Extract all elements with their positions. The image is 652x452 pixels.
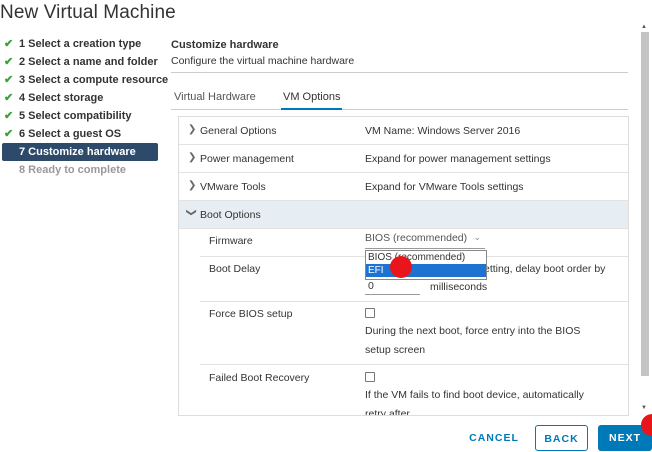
step-1[interactable]: ✔ 1 Select a creation type	[2, 35, 158, 53]
chevron-right-icon[interactable]: ❯	[188, 124, 196, 135]
click-marker	[390, 256, 412, 278]
row-label: Boot Options	[200, 209, 261, 221]
scroll-up-icon[interactable]: ▲	[641, 24, 647, 30]
row-boot-options[interactable]: ❯ Boot Options	[179, 201, 628, 229]
section-subtitle: Configure the virtual machine hardware	[171, 55, 355, 67]
back-button[interactable]: BACK	[535, 425, 588, 451]
force-bios-description: During the next boot, force entry into t…	[365, 325, 581, 356]
step-2[interactable]: ✔ 2 Select a name and folder	[2, 53, 158, 71]
step-7-active[interactable]: 7 Customize hardware	[2, 143, 158, 161]
boot-delay-description: etting, delay boot order by	[484, 263, 606, 275]
divider	[171, 72, 628, 73]
step-4[interactable]: ✔ 4 Select storage	[2, 89, 158, 107]
firmware-select[interactable]: BIOS (recommended) ⌄	[365, 232, 485, 249]
tab-bar: Virtual Hardware VM Options	[171, 90, 628, 110]
checkmark-icon: ✔	[4, 38, 14, 50]
step-5[interactable]: ✔ 5 Select compatibility	[2, 107, 158, 125]
boot-delay-input[interactable]: 0	[365, 279, 420, 295]
checkmark-icon: ✔	[4, 92, 14, 104]
checkmark-icon: ✔	[4, 56, 14, 68]
tab-virtual-hardware[interactable]: Virtual Hardware	[174, 90, 256, 108]
firmware-label: Firmware	[209, 235, 253, 247]
failed-boot-recovery-label: Failed Boot Recovery	[209, 372, 310, 384]
row-label: VMware Tools	[200, 181, 266, 193]
row-general-options[interactable]: ❯ General Options VM Name: Windows Serve…	[179, 117, 628, 145]
cancel-button[interactable]: CANCEL	[466, 425, 522, 451]
row-label: General Options	[200, 125, 277, 137]
window-title: New Virtual Machine	[0, 2, 176, 23]
step-3[interactable]: ✔ 3 Select a compute resource	[2, 71, 168, 89]
chevron-down-icon: ⌄	[473, 232, 481, 242]
chevron-right-icon[interactable]: ❯	[188, 152, 196, 163]
row-vmware-tools[interactable]: ❯ VMware Tools Expand for VMware Tools s…	[179, 173, 628, 201]
boot-delay-label: Boot Delay	[209, 263, 261, 275]
wizard-steps: ✔ 1 Select a creation type ✔ 2 Select a na…	[2, 35, 168, 179]
firmware-option-efi[interactable]: EFI	[366, 264, 486, 277]
checkmark-icon: ✔	[4, 128, 14, 140]
chevron-right-icon[interactable]: ❯	[188, 180, 196, 191]
step-8: 8 Ready to complete	[19, 164, 126, 176]
divider	[200, 301, 628, 302]
force-bios-label: Force BIOS setup	[209, 308, 293, 320]
step-6[interactable]: ✔ 6 Select a guest OS	[2, 125, 158, 143]
row-value: Expand for power management settings	[365, 153, 551, 165]
firmware-option-bios[interactable]: BIOS (recommended)	[366, 251, 486, 264]
firmware-dropdown: BIOS (recommended) EFI	[365, 250, 487, 280]
divider	[200, 364, 628, 365]
checkmark-icon: ✔	[4, 110, 14, 122]
force-bios-checkbox[interactable]	[365, 308, 375, 318]
chevron-down-icon[interactable]: ❯	[186, 208, 197, 216]
scroll-down-icon[interactable]: ▼	[641, 405, 647, 411]
row-value: Expand for VMware Tools settings	[365, 181, 524, 193]
row-power-management[interactable]: ❯ Power management Expand for power mana…	[179, 145, 628, 173]
failed-boot-recovery-checkbox[interactable]	[365, 372, 375, 382]
scrollbar[interactable]: ▲ ▼	[640, 24, 650, 416]
boot-delay-unit: milliseconds	[430, 281, 488, 293]
checkmark-icon: ✔	[4, 74, 14, 86]
tab-vm-options[interactable]: VM Options	[281, 90, 343, 110]
section-title: Customize hardware	[171, 39, 279, 51]
failed-boot-recovery-description: If the VM fails to find boot device, aut…	[365, 389, 584, 416]
row-label: Power management	[200, 153, 294, 165]
scrollbar-thumb[interactable]	[641, 32, 649, 376]
row-value: VM Name: Windows Server 2016	[365, 125, 521, 137]
